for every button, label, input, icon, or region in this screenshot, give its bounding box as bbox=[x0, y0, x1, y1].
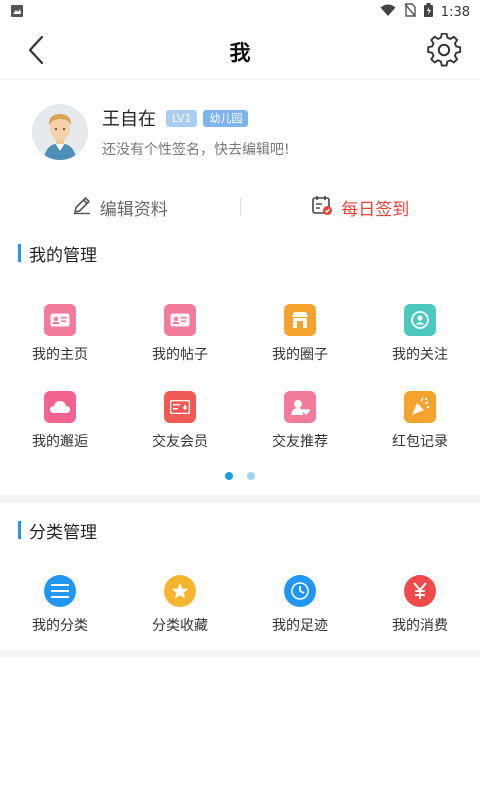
grid-item-label: 我的分类 bbox=[32, 618, 88, 634]
grid-item-my-categories[interactable]: 我的分类 bbox=[0, 575, 120, 635]
category-section-header: 分类管理 bbox=[0, 513, 480, 547]
back-button[interactable] bbox=[16, 32, 56, 72]
follow-user-icon bbox=[404, 304, 436, 336]
page-indicator bbox=[0, 471, 480, 481]
user-name: 王自在 bbox=[102, 109, 156, 130]
section-accent-bar bbox=[18, 244, 21, 262]
manage-section-title: 我的管理 bbox=[29, 245, 97, 266]
cloud-icon bbox=[44, 391, 76, 423]
app-bar: 我 bbox=[0, 24, 480, 80]
grid-item-label: 我的关注 bbox=[392, 347, 448, 363]
page-dot-2[interactable] bbox=[247, 472, 255, 480]
daily-checkin-label: 每日签到 bbox=[341, 199, 410, 220]
grid-item-label: 交友推荐 bbox=[272, 434, 328, 450]
manage-section-header: 我的管理 bbox=[0, 236, 480, 270]
gear-icon bbox=[427, 32, 462, 71]
no-sim-icon bbox=[404, 3, 416, 21]
calendar-check-icon bbox=[311, 194, 333, 221]
party-popper-icon bbox=[404, 391, 436, 423]
wifi-icon bbox=[380, 4, 396, 21]
grid-item-label: 我的圈子 bbox=[272, 347, 328, 363]
manage-grid-row-2: 我的邂逅 交友会员 交友推荐 红包记录 bbox=[0, 391, 480, 451]
section-accent-bar bbox=[18, 521, 21, 539]
yen-icon bbox=[404, 575, 436, 607]
bottom-separator bbox=[0, 651, 480, 657]
daily-checkin-button[interactable]: 每日签到 bbox=[241, 194, 480, 221]
user-heart-icon bbox=[284, 391, 316, 423]
grid-item-label: 红包记录 bbox=[392, 434, 448, 450]
grid-item-my-circles[interactable]: 我的圈子 bbox=[240, 304, 360, 364]
category-grid: 我的分类 分类收藏 我的足迹 我的消费 bbox=[0, 575, 480, 635]
grid-item-label: 我的消费 bbox=[392, 618, 448, 634]
grid-item-label: 我的帖子 bbox=[152, 347, 208, 363]
grid-item-my-follows[interactable]: 我的关注 bbox=[360, 304, 480, 364]
grid-item-dating-vip[interactable]: 交友会员 bbox=[120, 391, 240, 451]
grid-item-my-spending[interactable]: 我的消费 bbox=[360, 575, 480, 635]
gallery-notification-icon bbox=[10, 3, 24, 22]
grid-item-my-homepage[interactable]: 我的主页 bbox=[0, 304, 120, 364]
edit-profile-label: 编辑资料 bbox=[99, 199, 168, 220]
grid-item-my-footprints[interactable]: 我的足迹 bbox=[240, 575, 360, 635]
profile-actions: 编辑资料 每日签到 bbox=[0, 184, 480, 230]
category-section-title: 分类管理 bbox=[29, 522, 97, 543]
grid-item-red-packet-records[interactable]: 红包记录 bbox=[360, 391, 480, 451]
manage-grid: 我的主页 我的帖子 我的圈子 我的关注 bbox=[0, 304, 480, 364]
post-card-icon bbox=[164, 304, 196, 336]
id-card-icon bbox=[44, 304, 76, 336]
grid-item-label: 分类收藏 bbox=[152, 618, 208, 634]
level-badge: LV1 bbox=[166, 109, 198, 127]
list-icon bbox=[44, 575, 76, 607]
grid-item-dating-recommend[interactable]: 交友推荐 bbox=[240, 391, 360, 451]
signature-text: 还没有个性签名，快去编辑吧! bbox=[102, 142, 290, 158]
page-dot-1[interactable] bbox=[225, 472, 233, 480]
grid-item-label: 我的主页 bbox=[32, 347, 88, 363]
pencil-icon bbox=[72, 195, 92, 220]
clock-icon bbox=[284, 575, 316, 607]
status-bar: 1:38 bbox=[0, 0, 480, 24]
profile-section[interactable]: 王自在 LV1 幼儿园 还没有个性签名，快去编辑吧! bbox=[0, 80, 480, 184]
avatar[interactable] bbox=[32, 104, 88, 160]
rank-badge: 幼儿园 bbox=[203, 109, 249, 127]
grid-item-category-favorites[interactable]: 分类收藏 bbox=[120, 575, 240, 635]
grid-item-my-encounters[interactable]: 我的邂逅 bbox=[0, 391, 120, 451]
settings-button[interactable] bbox=[424, 32, 464, 72]
grid-item-label: 交友会员 bbox=[152, 434, 208, 450]
status-time: 1:38 bbox=[440, 4, 470, 20]
shop-icon bbox=[284, 304, 316, 336]
grid-item-my-posts[interactable]: 我的帖子 bbox=[120, 304, 240, 364]
edit-profile-button[interactable]: 编辑资料 bbox=[0, 195, 240, 220]
section-separator bbox=[0, 495, 480, 503]
battery-icon bbox=[423, 3, 433, 21]
vip-card-icon bbox=[164, 391, 196, 423]
star-icon bbox=[164, 575, 196, 607]
grid-item-label: 我的邂逅 bbox=[32, 434, 88, 450]
page-title: 我 bbox=[229, 40, 251, 65]
grid-item-label: 我的足迹 bbox=[272, 618, 328, 634]
back-arrow-icon bbox=[28, 35, 44, 69]
